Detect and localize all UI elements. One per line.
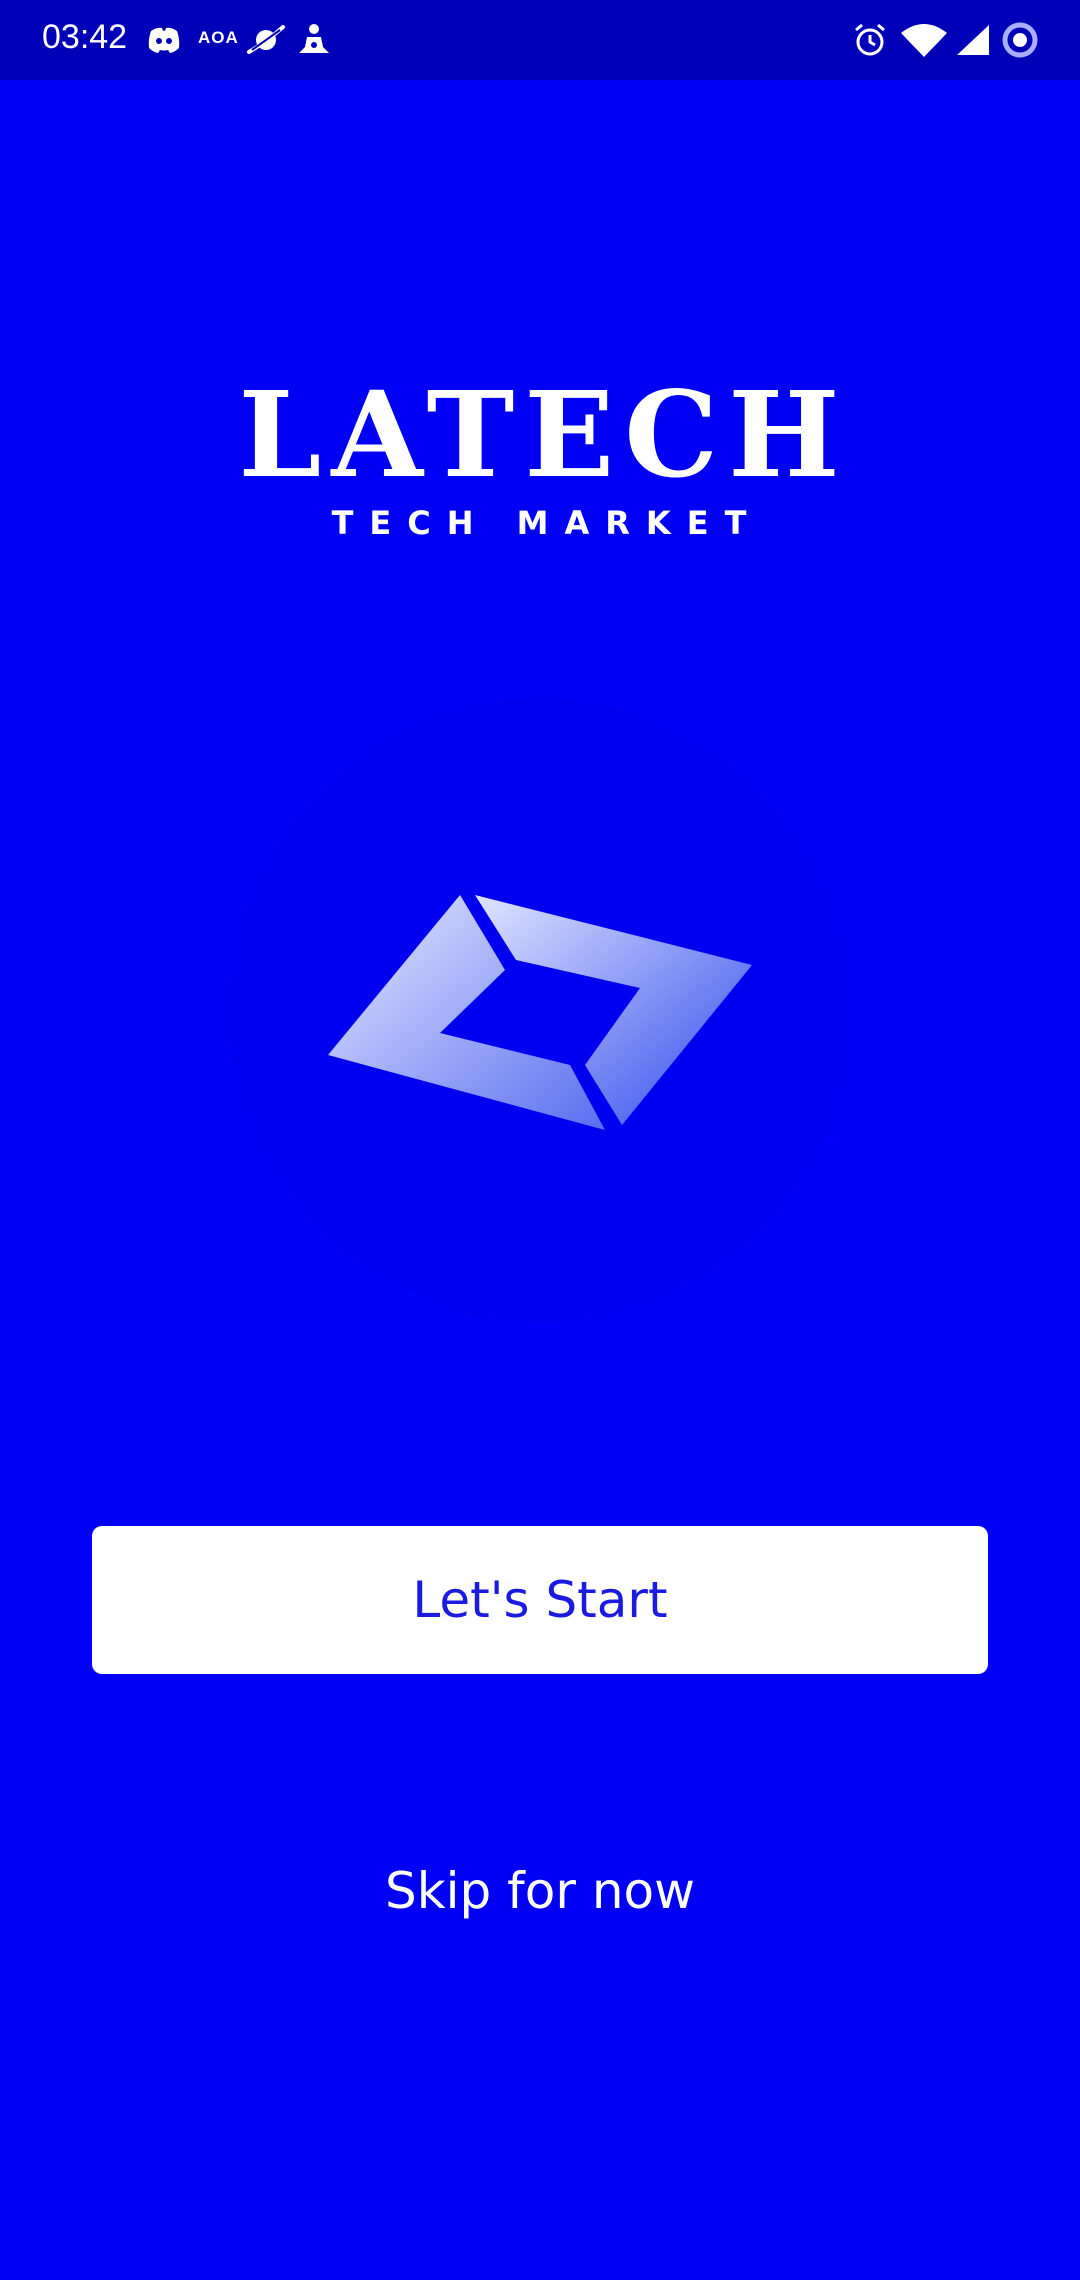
signal-icon (952, 20, 994, 60)
status-time: 03:42 (42, 18, 128, 56)
aoa-icon: AOA (198, 28, 239, 47)
brand-logo: LATECH TECH MARKET (0, 365, 1080, 543)
skip-for-now-link[interactable]: Skip for now (0, 1862, 1080, 1920)
record-icon (1000, 20, 1040, 60)
planet-icon (246, 20, 286, 60)
alarm-icon (850, 20, 890, 60)
lets-start-button[interactable]: Let's Start (92, 1526, 988, 1674)
status-bar: 03:42 AOA (0, 0, 1080, 80)
person-icon (298, 20, 330, 60)
brand-title: LATECH (238, 365, 850, 504)
brand-subtitle: TECH MARKET (331, 504, 763, 542)
discord-icon (146, 20, 182, 60)
diamond-logo-icon (328, 895, 752, 1130)
wifi-icon (900, 20, 948, 60)
